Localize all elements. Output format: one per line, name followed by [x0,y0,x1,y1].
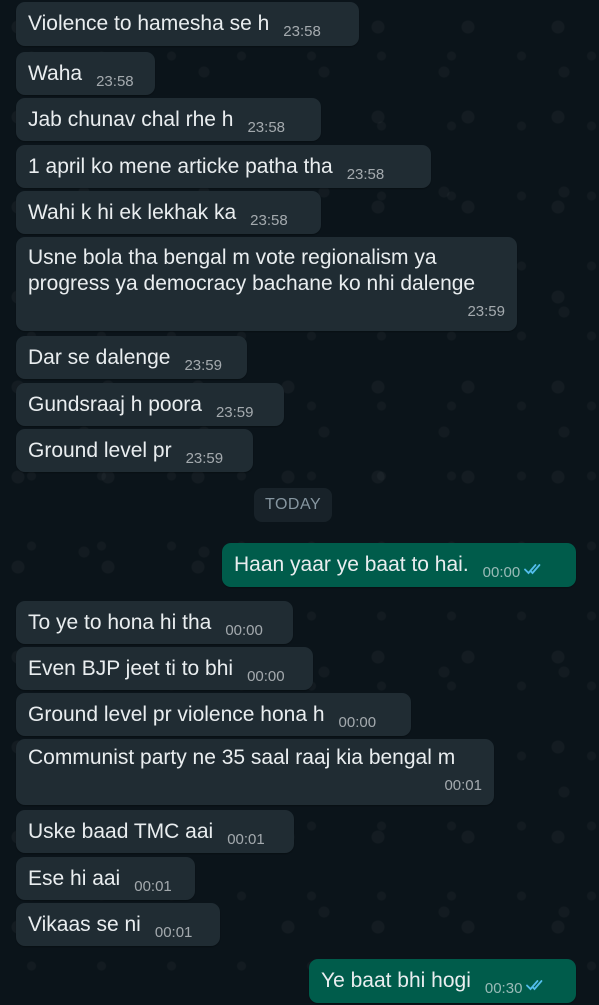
message-bubble-incoming[interactable]: Vikaas se ni 00:01 [16,903,220,946]
message-time: 00:00 [338,714,377,731]
message-text: Haan yaar ye baat to hai. [234,553,469,576]
message-text: Usne bola tha bengal m vote regionalism … [28,246,476,295]
message-text: To ye to hona hi tha [28,611,212,634]
message-time: 23:59 [467,303,505,320]
message-text: Gundsraaj h poora [28,393,202,416]
message-time: 23:58 [247,119,286,136]
message-time: 00:30 [484,980,523,997]
message-bubble-incoming[interactable]: Ese hi aai 00:01 [16,857,195,900]
message-time: 00:01 [154,924,193,941]
message-bubble-incoming[interactable]: Usne bola tha bengal m vote regionalism … [16,237,517,331]
message-text: Ese hi aai [28,867,121,890]
chat-thread[interactable]: Violence to hamesha se h 23:58 Waha 23:58 … [0,0,599,1005]
double-check-icon [526,973,548,999]
message-text: Ground level pr [28,439,172,462]
message-text: Vikaas se ni [28,913,141,936]
message-time: 00:00 [225,622,263,639]
message-bubble-outgoing[interactable]: Ye baat bhi hogi 00:30 [309,959,576,1003]
message-bubble-incoming[interactable]: Even BJP jeet ti to bhi 00:00 [16,647,313,690]
message-text: Jab chunav chal rhe h [28,108,234,131]
message-time: 23:58 [250,212,288,229]
message-time: 23:59 [184,357,222,374]
message-bubble-incoming[interactable]: Communist party ne 35 saal raaj kia beng… [16,739,494,805]
message-time: 00:01 [227,831,265,848]
message-bubble-outgoing[interactable]: Haan yaar ye baat to hai. 00:00 [222,543,576,587]
message-text: Violence to hamesha se h [28,12,270,35]
message-bubble-incoming[interactable]: Uske baad TMC aai 00:01 [16,810,294,853]
message-text: Waha [28,62,83,85]
message-text: Communist party ne 35 saal raaj kia beng… [28,746,456,769]
message-time: 23:59 [185,450,224,467]
message-time: 23:59 [215,404,254,421]
message-time: 00:00 [247,668,285,685]
message-text: Even BJP jeet ti to bhi [28,657,234,680]
message-text: Uske baad TMC aai [28,820,214,843]
message-time: 23:58 [96,73,134,90]
message-bubble-incoming[interactable]: Violence to hamesha se h 23:58 [16,2,359,46]
message-text: Wahi k hi ek lekhak ka [28,201,237,224]
message-bubble-incoming[interactable]: Dar se dalenge 23:59 [16,336,247,379]
message-time: 00:01 [134,878,172,895]
message-text: Ye baat bhi hogi [321,969,471,992]
message-bubble-incoming[interactable]: Wahi k hi ek lekhak ka 23:58 [16,191,321,234]
message-time: 23:58 [283,23,321,40]
double-check-icon [524,557,546,583]
message-bubble-incoming[interactable]: Waha 23:58 [16,52,155,95]
message-text: Ground level pr violence hona h [28,703,325,726]
date-separator: TODAY [254,488,333,522]
message-bubble-incoming[interactable]: 1 april ko mene articke patha tha 23:58 [16,145,431,188]
message-bubble-incoming[interactable]: To ye to hona hi tha 00:00 [16,601,293,644]
message-text: 1 april ko mene articke patha tha [28,155,333,178]
message-bubble-incoming[interactable]: Gundsraaj h poora 23:59 [16,383,284,426]
message-time: 00:00 [482,564,521,581]
message-bubble-incoming[interactable]: Ground level pr 23:59 [16,429,253,472]
message-time: 00:01 [444,777,482,794]
message-text: Dar se dalenge [28,346,171,369]
message-bubble-incoming[interactable]: Jab chunav chal rhe h 23:58 [16,98,321,141]
message-bubble-incoming[interactable]: Ground level pr violence hona h 00:00 [16,693,411,736]
message-time: 23:58 [346,166,385,183]
